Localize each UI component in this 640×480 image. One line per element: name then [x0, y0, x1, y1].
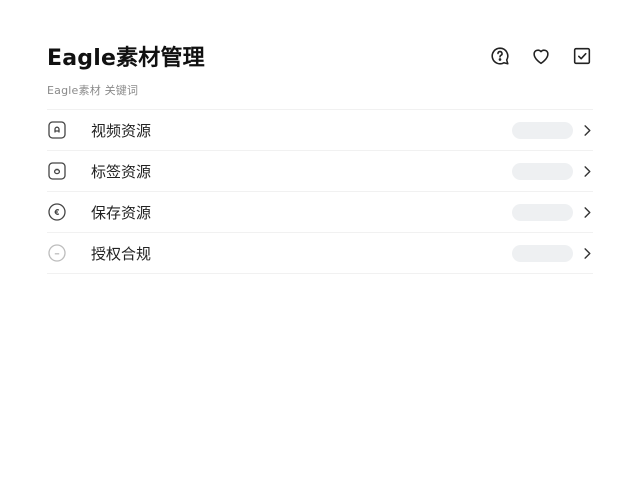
row-icon-wrap: [47, 202, 67, 222]
page-title: Eagle素材管理: [47, 46, 205, 71]
app-window: Eagle素材管理 Eagle素材 关键词 视频资源 标签资源 保存资源 授权合…: [0, 0, 640, 480]
chevron-right-icon: [581, 164, 593, 178]
checkbox-icon: [573, 47, 590, 65]
row-icon-wrap: [47, 161, 67, 181]
list-item-label: 保存资源: [91, 203, 152, 222]
header-actions: [488, 45, 593, 68]
row-icon-wrap: [47, 243, 67, 263]
heart-icon: [532, 49, 549, 65]
status-pill: [512, 244, 573, 262]
status-pill: [512, 162, 573, 180]
comment-button[interactable]: [488, 45, 511, 68]
chevron-right-icon: [581, 123, 593, 137]
header: Eagle素材管理: [47, 36, 593, 76]
resource-list: 视频资源 标签资源 保存资源 授权合规: [47, 109, 593, 274]
comment-icon: [490, 47, 509, 65]
favorite-button[interactable]: [529, 45, 552, 68]
list-item-label: 视频资源: [91, 121, 152, 140]
select-button[interactable]: [570, 45, 593, 68]
list-item-tags[interactable]: 标签资源: [47, 151, 593, 192]
tag-square-icon: [48, 162, 66, 180]
subtitle: Eagle素材 关键词: [47, 84, 139, 97]
list-item-video[interactable]: 视频资源: [47, 110, 593, 151]
list-item-license[interactable]: 授权合规: [47, 233, 593, 274]
chevron-right-icon: [581, 246, 593, 260]
row-icon-wrap: [47, 120, 67, 140]
list-item-label: 授权合规: [91, 244, 152, 263]
status-pill: [512, 121, 573, 139]
chevron-right-icon: [581, 205, 593, 219]
license-round-icon: [48, 244, 66, 262]
save-round-icon: [48, 203, 66, 221]
camera-square-icon: [48, 121, 66, 139]
list-item-saved[interactable]: 保存资源: [47, 192, 593, 233]
status-pill: [512, 203, 573, 221]
list-item-label: 标签资源: [91, 162, 152, 181]
